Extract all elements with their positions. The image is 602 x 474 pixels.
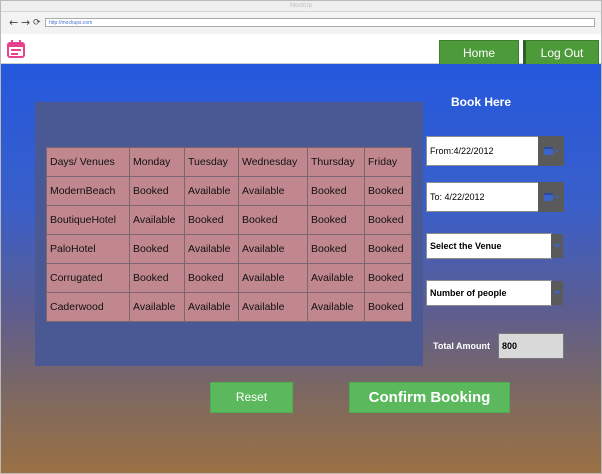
calendar-icon[interactable]	[7, 40, 25, 58]
to-date-field[interactable]: To: 4/22/2012	[426, 182, 539, 212]
table-cell: Booked	[364, 263, 412, 293]
main-content: Days/ Venues Monday Tuesday Wednesday Th…	[1, 64, 601, 473]
reload-icon[interactable]: ⟳	[33, 16, 41, 30]
book-here-heading: Book Here	[451, 95, 512, 109]
table-cell: Available	[307, 292, 365, 322]
home-button[interactable]: Home	[439, 40, 519, 65]
table-cell: Available	[238, 234, 308, 264]
people-dropdown-arrow[interactable]	[551, 281, 563, 305]
calendar-icon	[544, 193, 559, 201]
availability-panel: Days/ Venues Monday Tuesday Wednesday Th…	[35, 102, 423, 366]
table-cell: Booked	[307, 176, 365, 206]
table-cell: Wednesday	[238, 147, 308, 177]
table-cell: Booked	[129, 176, 185, 206]
table-row: Days/ Venues Monday Tuesday Wednesday Th…	[46, 147, 412, 177]
confirm-booking-button[interactable]: Confirm Booking	[349, 382, 510, 413]
availability-table: Days/ Venues Monday Tuesday Wednesday Th…	[46, 147, 412, 322]
to-calendar-button[interactable]	[538, 182, 564, 212]
table-cell: Thursday	[307, 147, 365, 177]
table-cell: Available	[184, 234, 239, 264]
table-row: Corrugated Booked Booked Available Avail…	[46, 263, 412, 293]
browser-toolbar: ← → ⟳ http://mockups.com	[1, 12, 601, 35]
table-cell: Days/ Venues	[46, 147, 130, 177]
table-cell: Booked	[129, 234, 185, 264]
table-cell: Booked	[307, 234, 365, 264]
table-cell: Available	[238, 263, 308, 293]
window-title: MockUp	[1, 1, 601, 12]
table-cell: Booked	[238, 205, 308, 235]
forward-icon[interactable]: →	[21, 16, 30, 30]
reset-button[interactable]: Reset	[210, 382, 293, 413]
people-select[interactable]: Number of people	[426, 280, 552, 306]
table-row: Caderwood Available Available Available …	[46, 292, 412, 322]
table-row: PaloHotel Booked Available Available Boo…	[46, 234, 412, 264]
browser-window: MockUp ← → ⟳ http://mockups.com Home Log…	[0, 0, 602, 474]
chevron-down-icon	[554, 244, 560, 248]
table-cell: Available	[129, 292, 185, 322]
table-cell: Booked	[364, 176, 412, 206]
table-cell: Available	[184, 292, 239, 322]
table-cell: Friday	[364, 147, 412, 177]
table-cell: BoutiqueHotel	[46, 205, 130, 235]
table-cell: Booked	[364, 292, 412, 322]
table-cell: Monday	[129, 147, 185, 177]
table-cell: Tuesday	[184, 147, 239, 177]
venue-select[interactable]: Select the Venue	[426, 233, 552, 259]
chevron-down-icon	[554, 291, 560, 295]
table-cell: Booked	[307, 205, 365, 235]
table-cell: Corrugated	[46, 263, 130, 293]
table-cell: Booked	[364, 205, 412, 235]
table-cell: Caderwood	[46, 292, 130, 322]
table-cell: ModernBeach	[46, 176, 130, 206]
table-cell: Available	[238, 176, 308, 206]
table-row: ModernBeach Booked Available Available B…	[46, 176, 412, 206]
total-amount-field[interactable]: 800	[498, 333, 564, 359]
table-cell: Booked	[364, 234, 412, 264]
back-icon[interactable]: ←	[9, 16, 18, 30]
total-amount-label: Total Amount	[433, 341, 490, 351]
table-cell: Booked	[129, 263, 185, 293]
from-date-field[interactable]: From:4/22/2012	[426, 136, 539, 166]
table-row: BoutiqueHotel Available Booked Booked Bo…	[46, 205, 412, 235]
venue-dropdown-arrow[interactable]	[551, 234, 563, 258]
calendar-icon	[544, 147, 559, 155]
table-cell: PaloHotel	[46, 234, 130, 264]
from-calendar-button[interactable]	[538, 136, 564, 166]
app-header: Home Log Out	[1, 34, 601, 65]
url-bar[interactable]: http://mockups.com	[45, 18, 595, 27]
table-cell: Available	[129, 205, 185, 235]
table-cell: Booked	[184, 205, 239, 235]
table-cell: Available	[307, 263, 365, 293]
logout-button[interactable]: Log Out	[523, 40, 599, 65]
table-cell: Booked	[184, 263, 239, 293]
table-cell: Available	[238, 292, 308, 322]
table-cell: Available	[184, 176, 239, 206]
